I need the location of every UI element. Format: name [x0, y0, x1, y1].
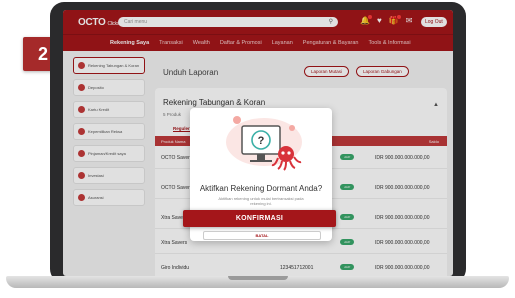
dormant-illustration: ? — [226, 116, 302, 171]
confirm-button[interactable]: KONFIRMASI — [183, 210, 336, 227]
modal-description: Aktifkan rekening untuk mulai bertransak… — [218, 196, 304, 206]
modal-title: Aktifkan Rekening Dormant Anda? — [199, 184, 323, 193]
cancel-button[interactable]: BATAL — [203, 231, 321, 240]
svg-text:?: ? — [258, 135, 265, 147]
question-icon: ? — [251, 130, 271, 150]
laptop-notch — [228, 276, 288, 280]
